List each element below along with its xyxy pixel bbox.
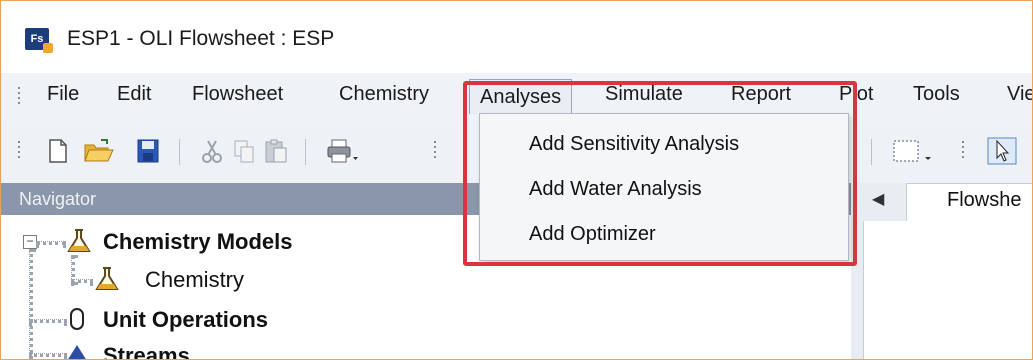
tree-item-streams[interactable]: Streams — [103, 343, 190, 359]
tree-guide-line — [29, 249, 33, 359]
menu-view[interactable]: Vie — [1007, 83, 1032, 106]
cut-icon[interactable] — [199, 137, 225, 165]
menu-flowsheet[interactable]: Flowsheet — [192, 83, 283, 106]
tree-item-chemistry-models[interactable]: Chemistry Models — [103, 229, 293, 255]
unit-operation-icon — [70, 308, 84, 330]
app-icon: Fs — [25, 28, 53, 53]
flask-icon — [67, 229, 91, 252]
menu-edit[interactable]: Edit — [117, 83, 151, 106]
flowsheet-canvas[interactable] — [863, 221, 1032, 359]
menu-chemistry[interactable]: Chemistry — [339, 83, 429, 106]
collapse-toggle[interactable]: − — [23, 235, 37, 249]
highlight-annotation-box — [463, 81, 857, 266]
copy-icon[interactable] — [231, 137, 257, 165]
toolbar-separator — [871, 139, 872, 165]
paste-icon[interactable] — [263, 137, 289, 165]
toolbar-grip[interactable] — [433, 141, 437, 161]
select-region-icon[interactable] — [891, 137, 935, 165]
tree-guide-line — [71, 279, 93, 283]
menu-tools[interactable]: Tools — [913, 83, 960, 106]
menu-file[interactable]: File — [47, 83, 79, 106]
tree-item-chemistry[interactable]: Chemistry — [145, 267, 244, 293]
new-file-icon[interactable] — [45, 137, 71, 165]
tree-item-unit-operations[interactable]: Unit Operations — [103, 307, 268, 333]
tab-scroll-left-icon[interactable]: ◀ — [872, 189, 884, 209]
menubar-grip[interactable] — [17, 87, 21, 107]
pointer-icon[interactable] — [987, 137, 1017, 165]
toolbar-grip[interactable] — [961, 141, 965, 161]
tree-guide-line — [29, 353, 67, 357]
toolbar-separator — [179, 139, 180, 165]
stream-arrow-icon — [68, 345, 86, 359]
save-icon[interactable] — [135, 137, 161, 165]
tree-guide-line — [36, 241, 66, 245]
open-folder-icon[interactable] — [83, 137, 115, 165]
flask-icon — [95, 267, 119, 290]
toolbar-separator — [305, 139, 306, 165]
toolbar-grip[interactable] — [17, 141, 21, 161]
application-window: Fs ESP1 - OLI Flowsheet : ESP File Edit … — [0, 0, 1033, 360]
tab-flowsheet-label: Flowshe — [947, 189, 1022, 211]
tree-guide-line — [29, 319, 67, 323]
window-title: ESP1 - OLI Flowsheet : ESP — [67, 27, 335, 50]
print-icon[interactable] — [325, 137, 359, 165]
